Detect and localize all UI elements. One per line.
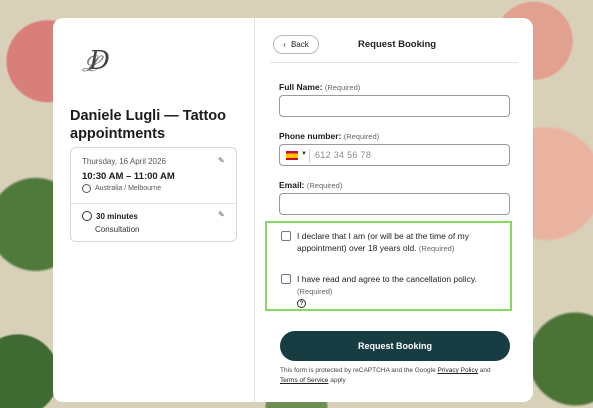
brand-logo: 𝓛D <box>82 46 110 77</box>
phone-input[interactable]: ▼ 612 34 56 78 <box>279 144 510 166</box>
divider <box>309 149 310 163</box>
clock-icon <box>82 211 92 221</box>
email-label: Email: (Required) <box>279 180 342 190</box>
required-hint: (Required) <box>297 287 333 296</box>
caret-down-icon[interactable]: ▼ <box>301 151 307 157</box>
policy-consent-text: I have read and agree to the cancellatio… <box>297 273 509 298</box>
full-name-input[interactable] <box>279 95 510 117</box>
booking-card: 𝓛D Daniele Lugli — Tattoo appointments T… <box>53 18 533 402</box>
privacy-policy-link[interactable]: Privacy Policy <box>438 367 478 374</box>
divider <box>71 203 236 204</box>
booking-summary-panel: 𝓛D Daniele Lugli — Tattoo appointments T… <box>53 18 255 402</box>
request-booking-button[interactable]: Request Booking <box>280 331 510 361</box>
recaptcha-notice: This form is protected by reCAPTCHA and … <box>280 366 520 385</box>
appointment-date: Thursday, 16 April 2026 <box>82 157 166 166</box>
header-divider <box>270 62 518 63</box>
age-consent-text: I declare that I am (or will be at the t… <box>297 230 509 255</box>
full-name-label: Full Name: (Required) <box>279 82 360 92</box>
policy-checkbox[interactable] <box>281 274 291 284</box>
terms-of-service-link[interactable]: Terms of Service <box>280 377 328 384</box>
form-title: Request Booking <box>358 39 437 50</box>
required-hint: (Required) <box>418 244 455 253</box>
help-icon[interactable]: ? <box>297 299 306 308</box>
appointment-service: Consultation <box>95 225 140 234</box>
required-hint: (Required) <box>343 132 380 141</box>
appointment-time: 10:30 AM – 11:00 AM <box>82 171 175 182</box>
booking-form-panel: ‹ Back Request Booking Full Name: (Requi… <box>256 18 533 402</box>
full-name-label-text: Full Name: <box>279 82 323 92</box>
edit-service-pencil-icon[interactable]: ✎ <box>218 210 225 219</box>
appointment-details: Thursday, 16 April 2026 ✎ 10:30 AM – 11:… <box>70 147 237 242</box>
appointment-timezone: Australia / Melbourne <box>95 185 162 192</box>
phone-label: Phone number: (Required) <box>279 131 379 141</box>
edit-datetime-pencil-icon[interactable]: ✎ <box>218 156 225 165</box>
spain-flag-icon[interactable] <box>286 151 298 160</box>
globe-icon <box>82 184 91 193</box>
email-label-text: Email: <box>279 180 305 190</box>
recaptcha-text: and <box>477 367 491 374</box>
appointment-duration: 30 minutes <box>96 212 138 221</box>
back-button[interactable]: ‹ Back <box>273 35 319 54</box>
back-button-label: Back <box>290 40 309 49</box>
required-hint: (Required) <box>306 181 343 190</box>
phone-placeholder: 612 34 56 78 <box>315 150 372 160</box>
recaptcha-text: This form is protected by reCAPTCHA and … <box>280 367 438 374</box>
policy-consent-label: I have read and agree to the cancellatio… <box>297 274 477 284</box>
chevron-left-icon: ‹ <box>283 40 286 49</box>
age-checkbox[interactable] <box>281 231 291 241</box>
email-input[interactable] <box>279 193 510 215</box>
page-title: Daniele Lugli — Tattoo appointments <box>70 108 227 142</box>
phone-label-text: Phone number: <box>279 131 342 141</box>
recaptcha-text: apply <box>328 376 346 384</box>
required-hint: (Required) <box>324 83 361 92</box>
